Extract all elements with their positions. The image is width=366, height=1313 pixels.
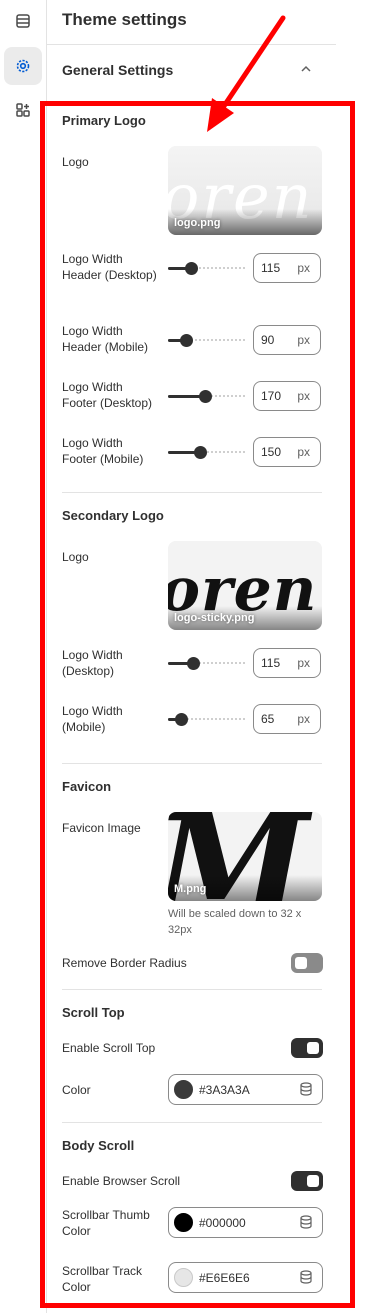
- favicon-filename: M.png: [174, 883, 207, 895]
- secondary-width-desktop-label: Logo Width (Desktop): [62, 648, 123, 678]
- sidebar-rail: [0, 0, 47, 1313]
- section-divider: [62, 989, 322, 990]
- database-icon[interactable]: [299, 1215, 313, 1234]
- slider-knob[interactable]: [185, 262, 198, 275]
- scroll-top-color-picker[interactable]: #3A3A3A: [168, 1074, 323, 1105]
- color-swatch[interactable]: [174, 1213, 193, 1232]
- chevron-up-icon[interactable]: [299, 62, 313, 81]
- slider-knob[interactable]: [175, 713, 188, 726]
- header-divider: [47, 44, 336, 45]
- scrollbar-track-color-picker[interactable]: #E6E6E6: [168, 1262, 323, 1293]
- slider-knob[interactable]: [194, 446, 207, 459]
- width-footer-mobile-slider[interactable]: [168, 446, 245, 459]
- scrollbar-track-color-label: Scrollbar Track Color: [62, 1264, 143, 1294]
- favicon-heading: Favicon: [62, 779, 112, 794]
- theme-settings-panel: Theme settings General Settings Primary …: [47, 0, 336, 1313]
- page-title: Theme settings: [62, 10, 187, 29]
- secondary-width-mobile-slider[interactable]: [168, 713, 245, 726]
- width-header-desktop-input[interactable]: 115 px: [253, 253, 321, 283]
- primary-logo-thumbnail[interactable]: oren logo.png: [168, 146, 322, 235]
- favicon-image-label: Favicon Image: [62, 821, 141, 835]
- sections-icon[interactable]: [4, 2, 42, 40]
- width-footer-desktop-slider[interactable]: [168, 390, 245, 403]
- primary-logo-filename: logo.png: [174, 217, 221, 229]
- secondary-width-mobile-label: Logo Width (Mobile): [62, 704, 123, 734]
- database-icon[interactable]: [299, 1082, 313, 1101]
- enable-scroll-top-toggle[interactable]: [291, 1038, 323, 1058]
- color-swatch[interactable]: [174, 1080, 193, 1099]
- section-divider: [62, 492, 322, 493]
- scrollbar-thumb-color-picker[interactable]: #000000: [168, 1207, 323, 1238]
- width-header-desktop-slider[interactable]: [168, 262, 245, 275]
- enable-browser-scroll-label: Enable Browser Scroll: [62, 1174, 181, 1188]
- gear-icon[interactable]: [4, 47, 42, 85]
- enable-browser-scroll-toggle[interactable]: [291, 1171, 323, 1191]
- scroll-top-heading: Scroll Top: [62, 1005, 125, 1020]
- enable-scroll-top-label: Enable Scroll Top: [62, 1041, 156, 1055]
- width-header-mobile-label: Logo Width Header (Mobile): [62, 324, 149, 354]
- remove-border-radius-toggle[interactable]: [291, 953, 323, 973]
- apps-add-icon[interactable]: [4, 91, 42, 129]
- scrollbar-thumb-color-label: Scrollbar Thumb Color: [62, 1208, 150, 1238]
- section-divider: [62, 1122, 322, 1123]
- secondary-logo-heading: Secondary Logo: [62, 508, 164, 523]
- secondary-logo-thumbnail[interactable]: oren logo-sticky.png: [168, 541, 322, 630]
- slider-knob[interactable]: [199, 390, 212, 403]
- scroll-top-color-label: Color: [62, 1083, 91, 1097]
- body-scroll-heading: Body Scroll: [62, 1138, 135, 1153]
- general-settings-heading[interactable]: General Settings: [62, 62, 173, 78]
- width-footer-desktop-label: Logo Width Footer (Desktop): [62, 380, 153, 410]
- slider-knob[interactable]: [180, 334, 193, 347]
- favicon-helper-text: Will be scaled down to 32 x 32px: [168, 908, 302, 936]
- secondary-width-desktop-slider[interactable]: [168, 657, 245, 670]
- secondary-logo-label: Logo: [62, 550, 89, 564]
- width-footer-desktop-input[interactable]: 170 px: [253, 381, 321, 411]
- primary-logo-heading: Primary Logo: [62, 113, 146, 128]
- width-footer-mobile-input[interactable]: 150 px: [253, 437, 321, 467]
- remove-border-radius-label: Remove Border Radius: [62, 956, 187, 970]
- favicon-thumbnail[interactable]: M M.png: [168, 812, 322, 901]
- width-header-mobile-input[interactable]: 90 px: [253, 325, 321, 355]
- primary-logo-label: Logo: [62, 155, 89, 169]
- width-header-desktop-label: Logo Width Header (Desktop): [62, 252, 157, 282]
- color-swatch[interactable]: [174, 1268, 193, 1287]
- width-footer-mobile-label: Logo Width Footer (Mobile): [62, 436, 144, 466]
- section-divider: [62, 763, 322, 764]
- secondary-width-desktop-input[interactable]: 115 px: [253, 648, 321, 678]
- database-icon[interactable]: [299, 1270, 313, 1289]
- secondary-logo-filename: logo-sticky.png: [174, 612, 255, 624]
- secondary-width-mobile-input[interactable]: 65 px: [253, 704, 321, 734]
- width-header-mobile-slider[interactable]: [168, 334, 245, 347]
- slider-knob[interactable]: [187, 657, 200, 670]
